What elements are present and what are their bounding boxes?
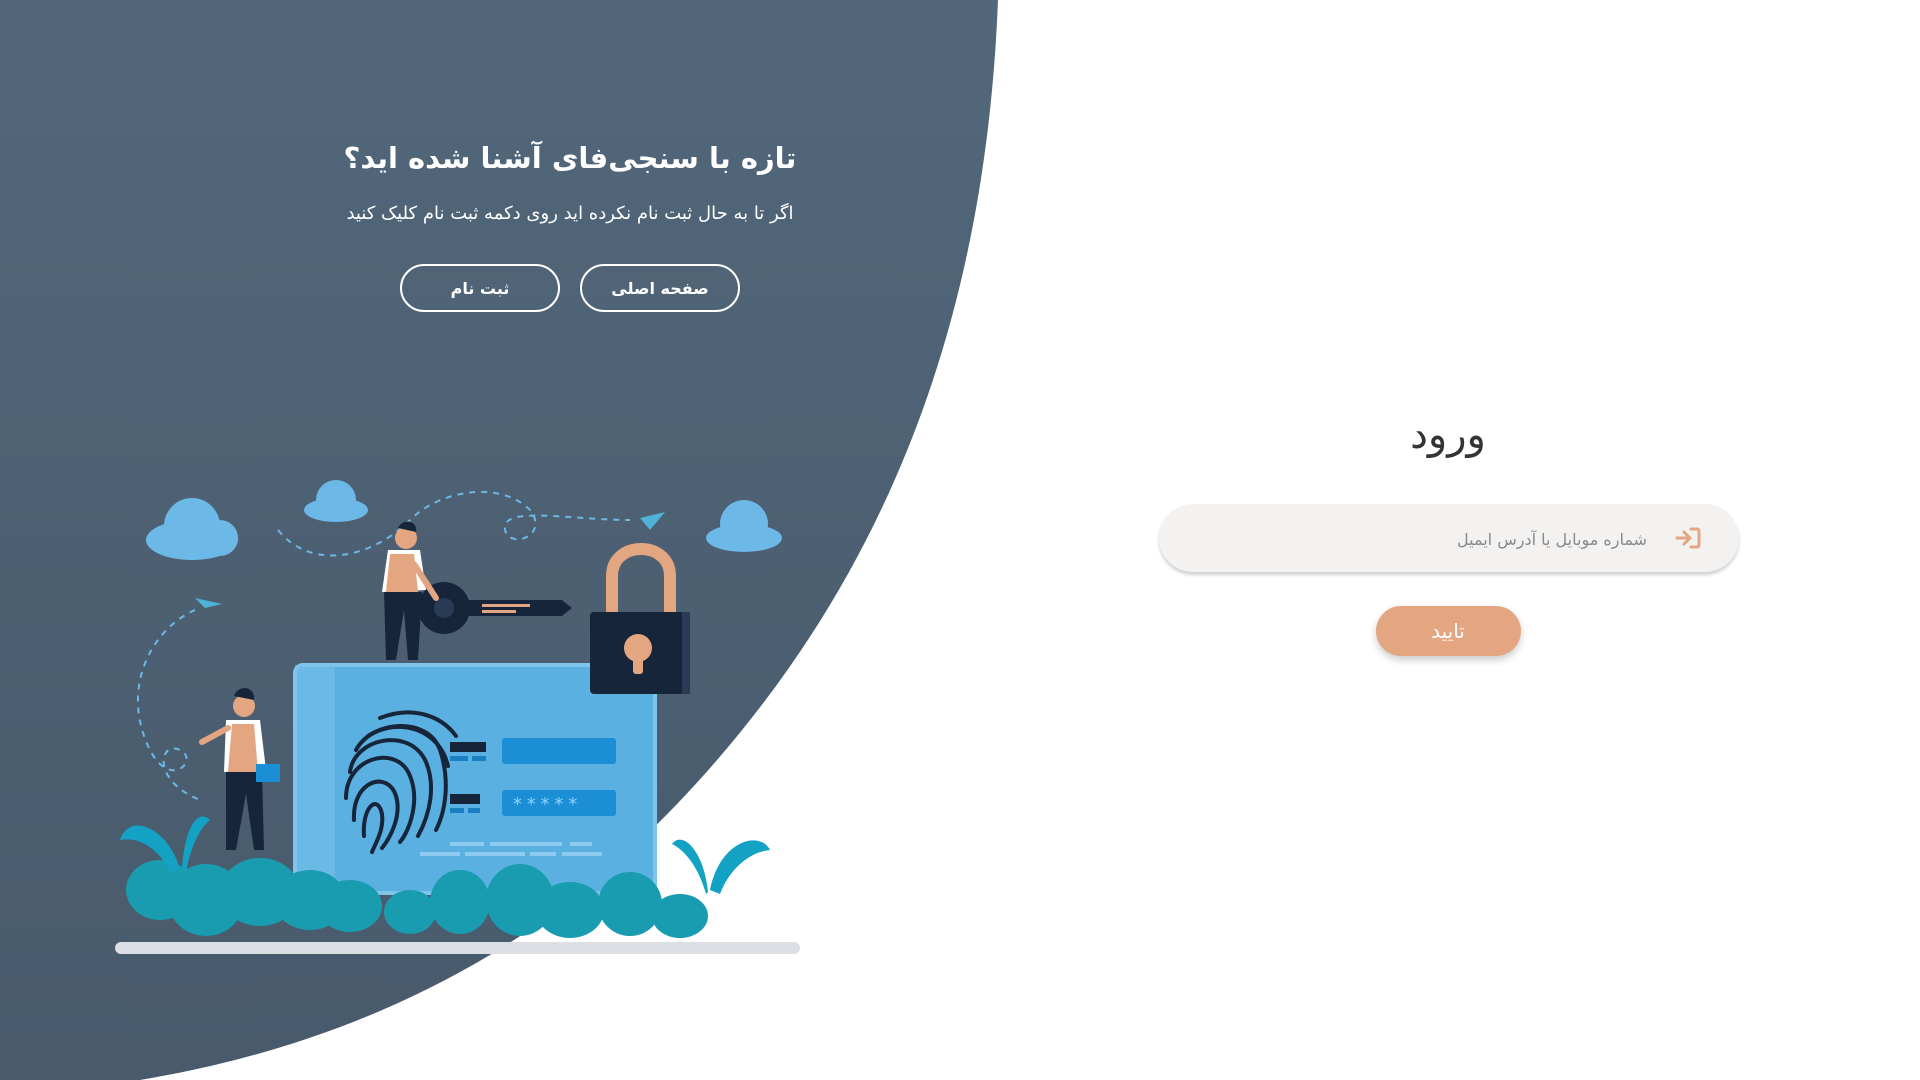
username-input[interactable] <box>1205 504 1649 574</box>
person-icon <box>199 688 280 850</box>
submit-button[interactable]: تایید <box>1375 606 1521 656</box>
padlock-icon <box>590 543 690 694</box>
cloud-icon <box>706 500 782 552</box>
home-button[interactable]: صفحه اصلی <box>580 264 740 312</box>
login-page: تازه با سنجی‌فای آشنا شده اید؟ اگر تا به… <box>0 0 1920 1080</box>
key-icon <box>418 582 572 634</box>
paper-plane-icon <box>195 598 222 608</box>
login-title: ورود <box>1410 412 1486 458</box>
dashed-path <box>136 609 201 801</box>
promo-title: تازه با سنجی‌فای آشنا شده اید؟ <box>343 141 797 175</box>
security-illustration: ***** <box>115 480 800 954</box>
cloud-icon <box>304 480 368 522</box>
register-button[interactable]: ثبت نام <box>400 264 560 312</box>
paper-plane-icon <box>640 512 665 530</box>
promo-buttons: صفحه اصلی ثبت نام <box>290 264 850 312</box>
person-icon <box>382 521 439 660</box>
username-field-wrapper <box>1159 504 1739 574</box>
signup-promo: تازه با سنجی‌فای آشنا شده اید؟ اگر تا به… <box>290 130 850 312</box>
promo-subtitle: اگر تا به حال ثبت نام نکرده اید روی دکمه… <box>346 203 794 224</box>
ground-line <box>115 942 800 954</box>
login-form: ورود تایید <box>1157 400 1739 656</box>
cloud-icon <box>146 498 238 560</box>
sign-in-icon <box>1675 527 1701 549</box>
masked-password-text: ***** <box>512 794 581 815</box>
